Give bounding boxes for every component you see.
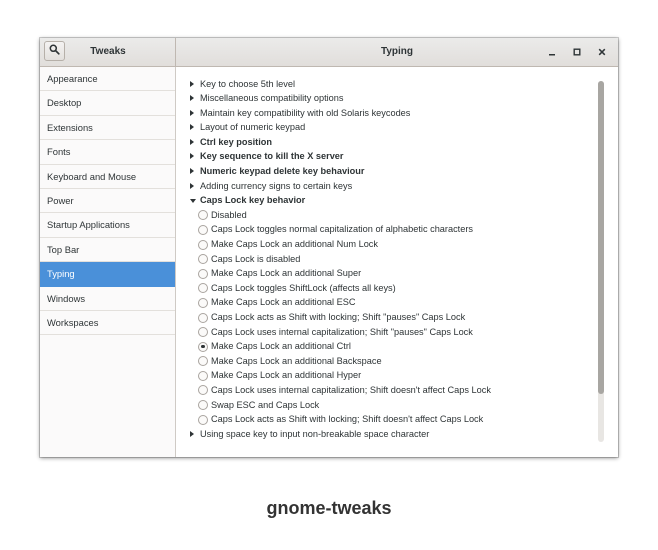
- expander-arrow-icon: [190, 80, 194, 87]
- minimize-button[interactable]: [545, 45, 559, 59]
- option-group-row[interactable]: Numeric keypad delete key behaviour: [190, 164, 600, 179]
- caps-option-row[interactable]: Make Caps Lock an additional Num Lock: [190, 237, 600, 252]
- option-group-row[interactable]: Ctrl key position: [190, 135, 600, 150]
- expander-arrow-icon: [190, 153, 194, 160]
- maximize-icon: [573, 43, 581, 61]
- sidebar: Appearance Desktop Extensions Fonts Keyb…: [40, 67, 176, 457]
- option-group-row[interactable]: Key sequence to kill the X server: [190, 149, 600, 164]
- radio-button[interactable]: [198, 370, 208, 381]
- option-group-row[interactable]: Adding currency signs to certain keys: [190, 179, 600, 194]
- search-icon: [49, 42, 60, 60]
- sidebar-item-fonts[interactable]: Fonts: [40, 140, 175, 165]
- expander-arrow-icon: [190, 109, 194, 116]
- expander-arrow-icon: [190, 430, 194, 437]
- radio-button[interactable]: [198, 254, 208, 265]
- radio-button-checked[interactable]: [198, 341, 208, 352]
- radio-button[interactable]: [198, 400, 208, 411]
- caps-option-row[interactable]: Make Caps Lock an additional ESC: [190, 295, 600, 310]
- search-button[interactable]: [44, 41, 65, 61]
- sidebar-item-desktop[interactable]: Desktop: [40, 91, 175, 116]
- radio-button[interactable]: [198, 327, 208, 338]
- caps-option-row[interactable]: Caps Lock acts as Shift with locking; Sh…: [190, 412, 600, 427]
- radio-button[interactable]: [198, 414, 208, 425]
- sidebar-item-typing[interactable]: Typing: [40, 262, 175, 287]
- radio-button[interactable]: [198, 283, 208, 294]
- sidebar-item-startup-applications[interactable]: Startup Applications: [40, 213, 175, 238]
- radio-button[interactable]: [198, 239, 208, 250]
- header-bar: Tweaks Typing: [40, 38, 618, 67]
- radio-button[interactable]: [198, 268, 208, 279]
- sidebar-item-appearance[interactable]: Appearance: [40, 67, 175, 92]
- caps-option-row[interactable]: Caps Lock acts as Shift with locking; Sh…: [190, 310, 600, 325]
- sidebar-item-workspaces[interactable]: Workspaces: [40, 311, 175, 336]
- caps-option-row[interactable]: Make Caps Lock an additional Super: [190, 266, 600, 281]
- radio-button[interactable]: [198, 210, 208, 221]
- tweaks-window: Tweaks Typing Appearance Desktop Extensi…: [40, 38, 618, 457]
- option-group-row[interactable]: Key to choose 5th level: [190, 77, 600, 92]
- caps-option-row[interactable]: Caps Lock uses internal capitalization; …: [190, 325, 600, 340]
- expander-arrow-icon: [190, 182, 194, 189]
- option-group-row[interactable]: Using space key to input non-breakable s…: [190, 427, 600, 442]
- caps-option-row[interactable]: Caps Lock toggles ShiftLock (affects all…: [190, 281, 600, 296]
- caps-option-row[interactable]: Caps Lock toggles normal capitalization …: [190, 222, 600, 237]
- typing-panel: Key to choose 5th level Miscellaneous co…: [176, 67, 618, 457]
- caps-option-row[interactable]: Make Caps Lock an additional Backspace: [190, 354, 600, 369]
- option-group-row[interactable]: Maintain key compatibility with old Sola…: [190, 106, 600, 121]
- scrollbar-thumb[interactable]: [598, 81, 604, 394]
- caps-option-row-selected[interactable]: Make Caps Lock an additional Ctrl: [190, 339, 600, 354]
- sidebar-item-windows[interactable]: Windows: [40, 287, 175, 311]
- caps-option-row[interactable]: Caps Lock uses internal capitalization; …: [190, 383, 600, 398]
- radio-button[interactable]: [198, 356, 208, 367]
- xkb-options-list: Key to choose 5th level Miscellaneous co…: [190, 77, 600, 442]
- option-group-row[interactable]: Layout of numeric keypad: [190, 120, 600, 135]
- expander-arrow-icon: [190, 168, 194, 175]
- expander-arrow-icon: [190, 95, 194, 102]
- radio-button[interactable]: [198, 297, 208, 308]
- expander-arrow-down-icon: [190, 198, 196, 203]
- caps-option-row[interactable]: Swap ESC and Caps Lock: [190, 398, 600, 413]
- expander-arrow-icon: [190, 124, 194, 131]
- option-group-row[interactable]: Miscellaneous compatibility options: [190, 91, 600, 106]
- sidebar-item-power[interactable]: Power: [40, 189, 175, 214]
- sidebar-header: Tweaks: [40, 38, 176, 66]
- close-icon: [598, 43, 606, 61]
- app-title: Tweaks: [90, 46, 126, 57]
- radio-button[interactable]: [198, 224, 208, 235]
- close-button[interactable]: [595, 45, 609, 59]
- caption: gnome-tweaks: [266, 498, 392, 518]
- radio-button[interactable]: [198, 312, 208, 323]
- caps-option-row[interactable]: Disabled: [190, 208, 600, 223]
- maximize-button[interactable]: [570, 45, 584, 59]
- radio-button[interactable]: [198, 385, 208, 396]
- sidebar-item-extensions[interactable]: Extensions: [40, 116, 175, 141]
- sidebar-item-keyboard-and-mouse[interactable]: Keyboard and Mouse: [40, 165, 175, 189]
- minimize-icon: [548, 43, 556, 61]
- expander-arrow-icon: [190, 138, 194, 145]
- caps-option-row[interactable]: Caps Lock is disabled: [190, 252, 600, 267]
- caps-lock-group-row[interactable]: Caps Lock key behavior: [190, 193, 600, 208]
- caps-option-row[interactable]: Make Caps Lock an additional Hyper: [190, 368, 600, 383]
- sidebar-item-top-bar[interactable]: Top Bar: [40, 238, 175, 263]
